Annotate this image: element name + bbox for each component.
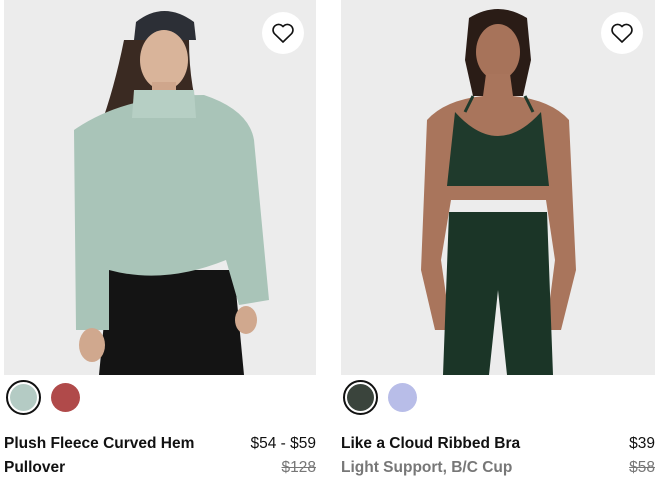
swatch-color bbox=[51, 383, 80, 412]
model-photo bbox=[341, 0, 655, 375]
product-card[interactable]: Plush Fleece Curved Hem Pullover $54 - $… bbox=[4, 0, 316, 476]
color-swatch[interactable] bbox=[6, 380, 41, 415]
model-photo bbox=[4, 0, 316, 375]
product-image[interactable] bbox=[341, 0, 655, 375]
wishlist-button[interactable] bbox=[262, 12, 304, 54]
original-price: $58 bbox=[629, 459, 655, 476]
color-swatches bbox=[6, 380, 83, 415]
product-name[interactable]: Plush Fleece Curved Hem Pullover bbox=[4, 435, 194, 476]
color-swatch[interactable] bbox=[385, 380, 420, 415]
product-info: Like a Cloud Ribbed Bra Light Support, B… bbox=[341, 432, 655, 480]
color-swatch[interactable] bbox=[48, 380, 83, 415]
heart-outline-icon bbox=[611, 23, 633, 43]
price-block: $39 $58 bbox=[629, 432, 655, 480]
swatch-color bbox=[10, 384, 37, 411]
original-price: $128 bbox=[281, 459, 316, 476]
swatch-color bbox=[388, 383, 417, 412]
product-card[interactable]: Like a Cloud Ribbed Bra Light Support, B… bbox=[341, 0, 655, 476]
sale-price: $54 - $59 bbox=[250, 435, 317, 452]
product-info: Plush Fleece Curved Hem Pullover $54 - $… bbox=[4, 432, 316, 480]
wishlist-button[interactable] bbox=[601, 12, 643, 54]
color-swatches bbox=[343, 380, 420, 415]
color-swatch[interactable] bbox=[343, 380, 378, 415]
price-block: $54 - $59 $128 bbox=[251, 432, 317, 480]
product-name[interactable]: Like a Cloud Ribbed Bra bbox=[341, 435, 520, 452]
product-name-link[interactable]: Plush Fleece Curved Hem Pullover bbox=[4, 432, 224, 480]
swatch-color bbox=[347, 384, 374, 411]
heart-outline-icon bbox=[272, 23, 294, 43]
sale-price: $39 bbox=[629, 435, 655, 452]
product-subtitle[interactable]: Light Support, B/C Cup bbox=[341, 459, 512, 476]
product-name-link[interactable]: Like a Cloud Ribbed Bra Light Support, B… bbox=[341, 432, 561, 480]
product-image[interactable] bbox=[4, 0, 316, 375]
